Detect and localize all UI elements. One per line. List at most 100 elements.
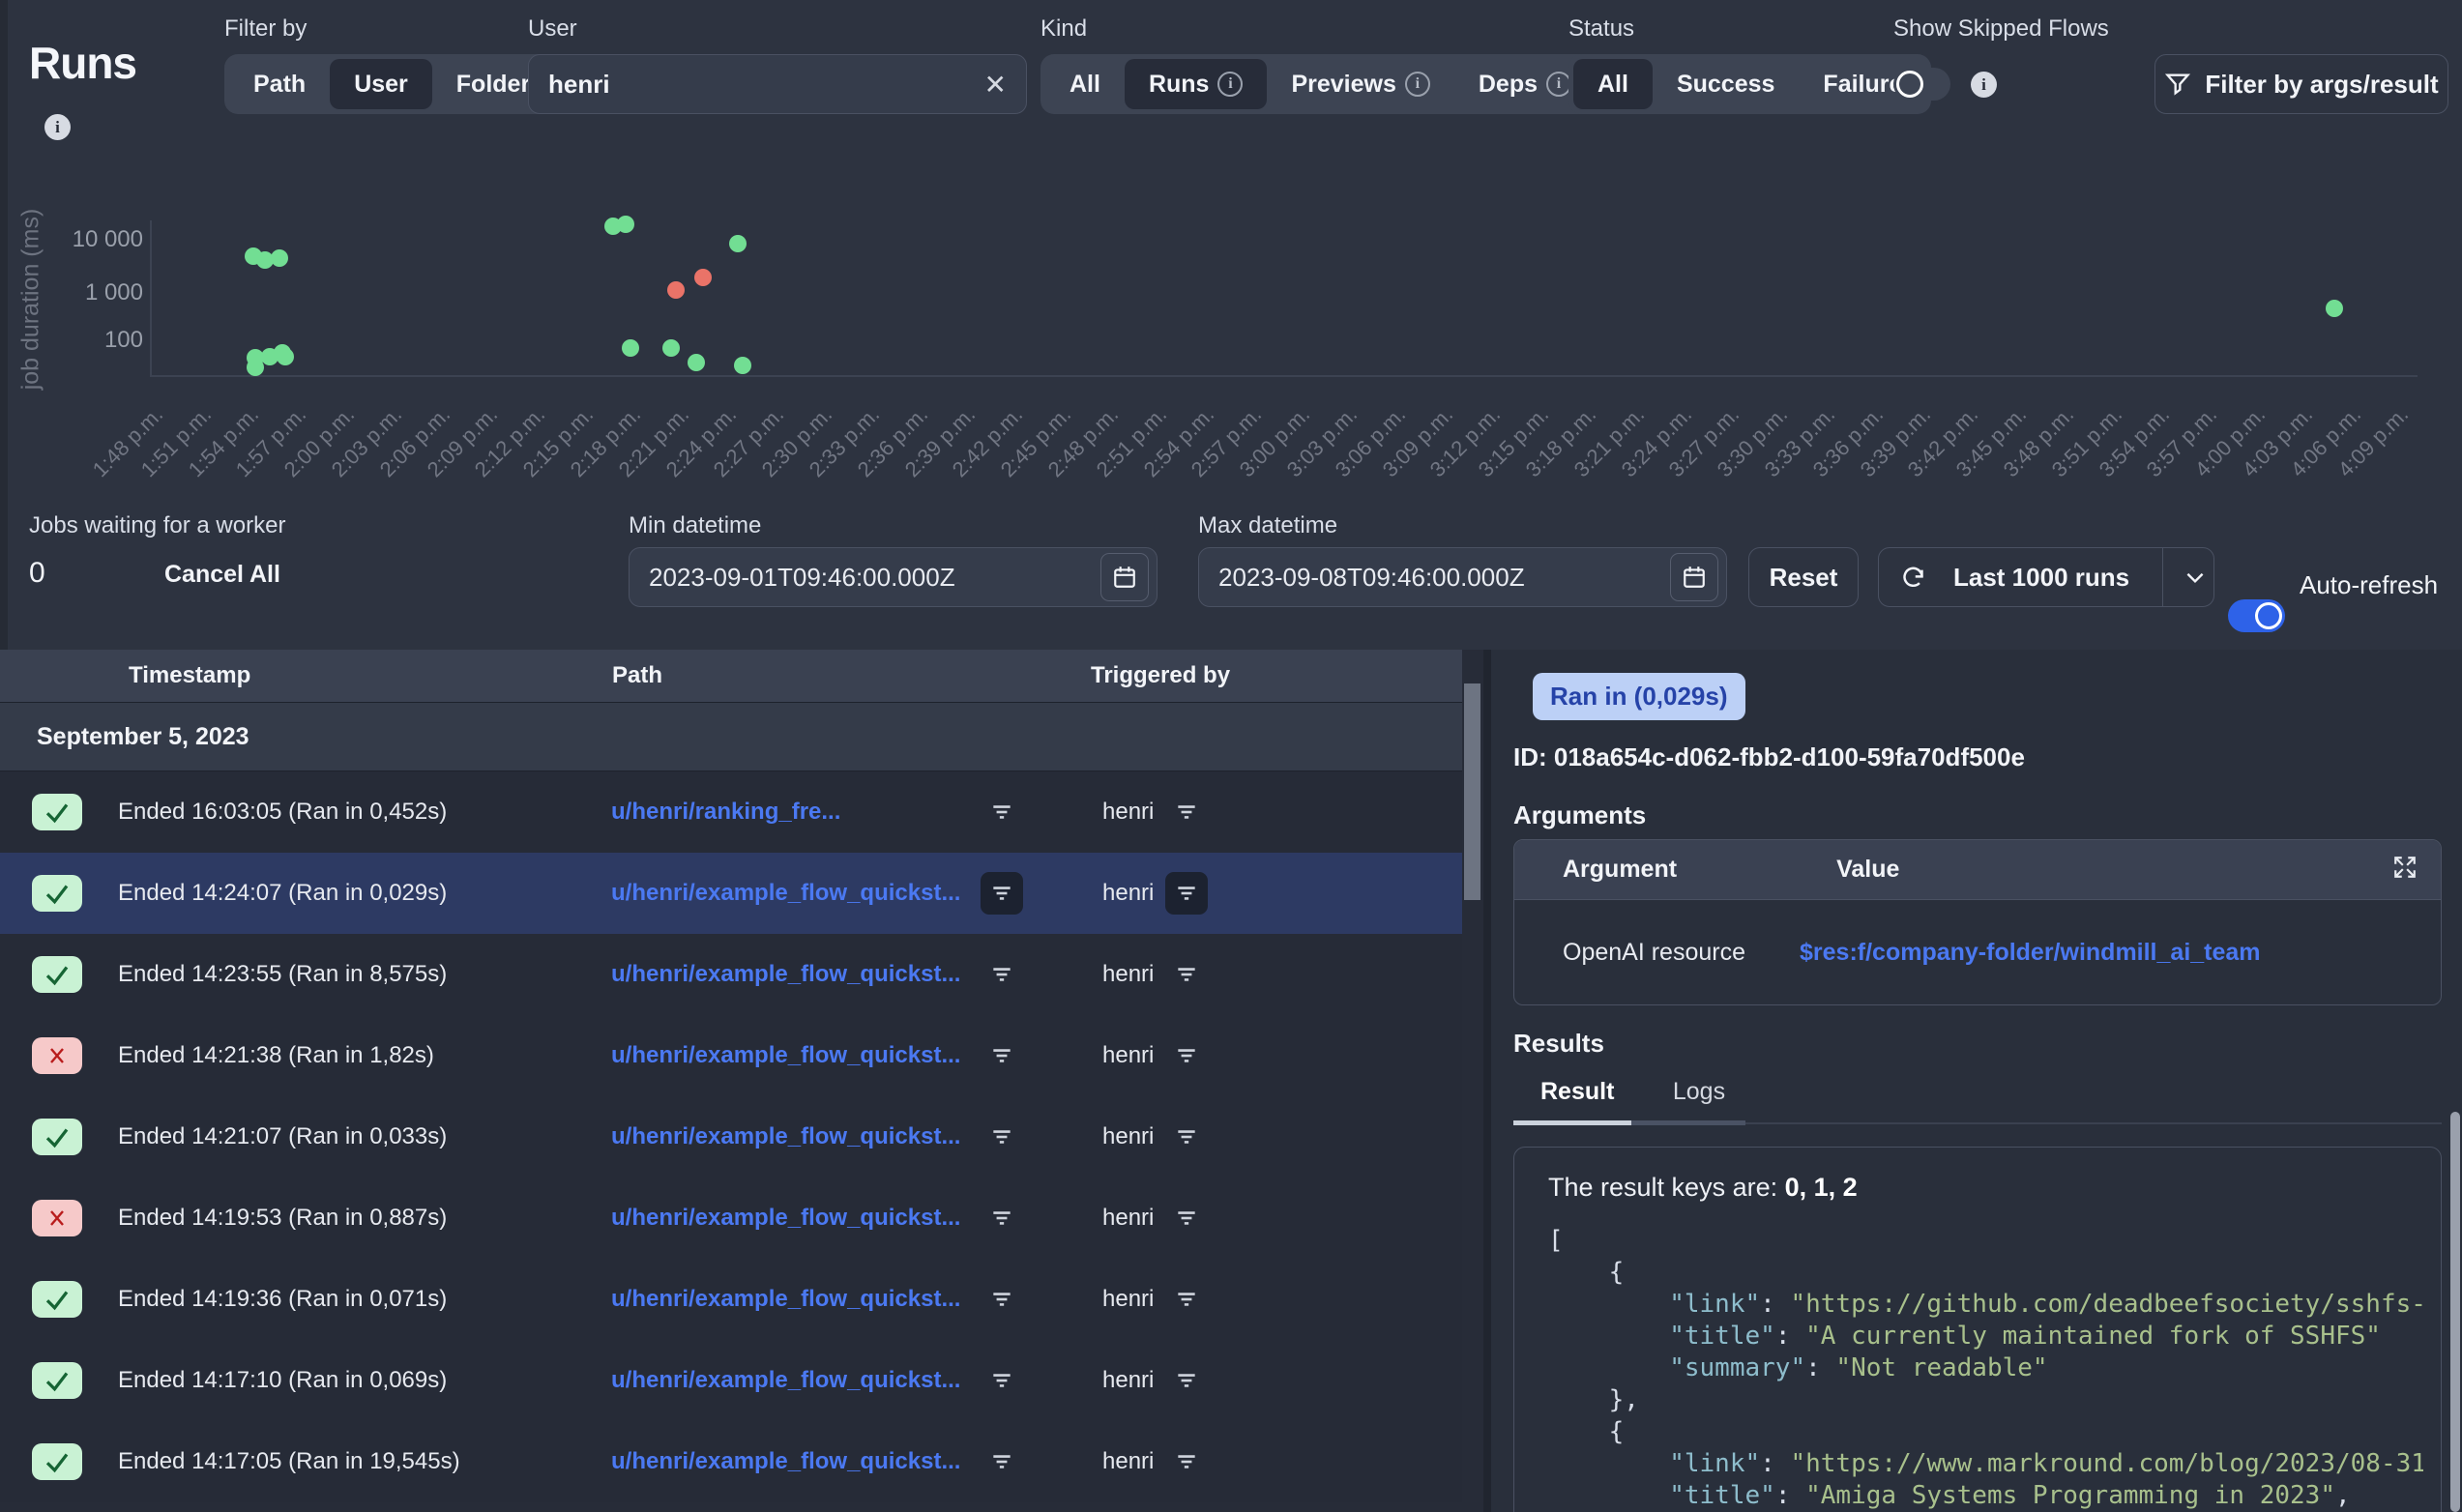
run-path-link[interactable]: u/henri/example_flow_quickst... (611, 1286, 960, 1313)
success-status-icon (32, 1281, 82, 1318)
run-path-link[interactable]: u/henri/example_flow_quickst... (611, 1123, 960, 1150)
run-path-link[interactable]: u/henri/example_flow_quickst... (611, 1367, 960, 1394)
filter-by-path-icon[interactable] (981, 1197, 1023, 1239)
col-timestamp: Timestamp (129, 662, 250, 689)
status-option-success[interactable]: Success (1653, 59, 1799, 109)
min-datetime-calendar-icon[interactable] (1100, 553, 1149, 601)
filter-by-option-user[interactable]: User (330, 59, 432, 109)
run-path-link[interactable]: u/henri/example_flow_quickst... (611, 880, 960, 907)
success-status-icon (32, 794, 82, 830)
filter-by-path-icon[interactable] (981, 1278, 1023, 1321)
argument-row: OpenAI resource $res:f/company-folder/wi… (1514, 900, 2441, 1004)
job-point-success[interactable] (688, 354, 705, 371)
job-point-failure[interactable] (694, 269, 712, 286)
run-row[interactable]: Ended 14:23:55 (Ran in 8,575s)u/henri/ex… (0, 934, 1462, 1015)
filter-by-path-icon[interactable] (981, 1440, 1023, 1483)
job-point-success[interactable] (729, 235, 747, 252)
user-filter-input[interactable]: henri ✕ (528, 54, 1027, 114)
filter-by-path-icon[interactable] (981, 1359, 1023, 1402)
result-json: [ { "link": "https://github.com/deadbeef… (1548, 1225, 2423, 1512)
job-point-success[interactable] (247, 359, 264, 376)
filter-args-result-button[interactable]: Filter by args/result (2154, 54, 2448, 114)
info-icon[interactable]: i (1405, 72, 1430, 97)
filter-by-path-icon[interactable] (981, 953, 1023, 996)
cancel-all-button[interactable]: Cancel All (164, 561, 280, 589)
run-row[interactable]: Ended 14:21:38 (Ran in 1,82s)u/henri/exa… (0, 1015, 1462, 1096)
job-point-success[interactable] (734, 357, 751, 374)
run-timestamp: Ended 14:17:10 (Ran in 0,069s) (118, 1367, 447, 1394)
filter-by-path-icon[interactable] (981, 1116, 1023, 1158)
filter-by-user-icon[interactable] (1165, 1034, 1208, 1077)
job-point-success[interactable] (271, 249, 288, 267)
run-timestamp: Ended 16:03:05 (Ran in 0,452s) (118, 799, 447, 826)
job-point-success[interactable] (277, 348, 294, 365)
max-datetime-input[interactable]: 2023-09-08T09:46:00.000Z (1198, 547, 1727, 607)
job-point-success[interactable] (622, 339, 639, 357)
duration-badge: Ran in (0,029s) (1533, 673, 1745, 720)
table-scrollbar[interactable] (1462, 650, 1483, 1512)
kind-option-previews[interactable]: Previewsi (1267, 59, 1453, 109)
min-datetime-input[interactable]: 2023-09-01T09:46:00.000Z (629, 547, 1158, 607)
show-skipped-toggle[interactable] (1893, 68, 1950, 101)
runs-info-icon[interactable]: i (44, 114, 71, 140)
panel-scrollbar[interactable] (2448, 650, 2462, 1512)
argument-value-link[interactable]: $res:f/company-folder/windmill_ai_team (1800, 939, 2261, 967)
filter-by-user-icon[interactable] (1165, 953, 1208, 996)
scrollbar-thumb[interactable] (1464, 683, 1480, 900)
job-point-success[interactable] (2326, 300, 2343, 317)
run-row[interactable]: Ended 16:03:05 (Ran in 0,452s) u/henri/ra… (0, 771, 1462, 853)
last-runs-label: Last 1000 runs (1953, 563, 2129, 593)
tab-logs[interactable]: Logs (1646, 1078, 1752, 1121)
filter-by-option-path[interactable]: Path (229, 59, 330, 109)
filter-by-path-icon[interactable] (981, 1034, 1023, 1077)
result-viewer[interactable]: The result keys are: 0, 1, 2 [ { "link":… (1513, 1147, 2442, 1512)
filter-by-user-icon[interactable] (1165, 1278, 1208, 1321)
filter-by-user-icon[interactable] (1165, 1197, 1208, 1239)
status-option-label: Failure (1823, 71, 1902, 99)
clear-user-filter-icon[interactable]: ✕ (984, 69, 1007, 101)
run-path-link[interactable]: u/henri/ranking_fre... (611, 799, 840, 826)
run-row[interactable]: Ended 14:17:10 (Ran in 0,069s) u/henri/ex… (0, 1340, 1462, 1421)
kind-option-runs[interactable]: Runsi (1125, 59, 1268, 109)
scrollbar-thumb[interactable] (2450, 1112, 2460, 1512)
kind-option-all[interactable]: All (1045, 59, 1125, 109)
run-row[interactable]: Ended 14:24:07 (Ran in 0,029s) u/henri/ex… (0, 853, 1462, 934)
toggle-knob (2255, 602, 2282, 629)
filter-by-user-icon[interactable] (1165, 791, 1208, 833)
run-row[interactable]: Ended 14:19:36 (Ran in 0,071s)u/henri/ex… (0, 1259, 1462, 1340)
last-runs-dropdown[interactable] (2177, 565, 2213, 590)
filter-by-label: Filter by (224, 15, 307, 43)
filter-by-user-icon[interactable] (1165, 872, 1208, 915)
run-path-link[interactable]: u/henri/example_flow_quickst... (611, 1042, 960, 1069)
auto-refresh-toggle[interactable] (2228, 599, 2285, 632)
filter-by-path-icon[interactable] (981, 791, 1023, 833)
info-icon[interactable]: i (1217, 72, 1243, 97)
status-option-all[interactable]: All (1573, 59, 1653, 109)
date-group-row: September 5, 2023 (0, 702, 1483, 771)
run-triggered-by: henri (1102, 1123, 1154, 1150)
run-detail-panel: Ran in (0,029s) ID: 018a654c-d062-fbb2-d… (1491, 650, 2462, 1512)
filter-by-user-icon[interactable] (1165, 1440, 1208, 1483)
run-timestamp: Ended 14:19:53 (Ran in 0,887s) (118, 1205, 447, 1232)
success-status-icon (32, 875, 82, 912)
run-path-link[interactable]: u/henri/example_flow_quickst... (611, 1448, 960, 1475)
show-skipped-info-icon[interactable]: i (1971, 72, 1997, 98)
job-point-success[interactable] (617, 216, 634, 233)
job-point-success[interactable] (662, 339, 680, 357)
tab-result[interactable]: Result (1513, 1078, 1641, 1121)
run-timestamp: Ended 14:24:07 (Ran in 0,029s) (118, 880, 447, 907)
run-row[interactable]: Ended 14:17:05 (Ran in 19,545s)u/henri/e… (0, 1421, 1462, 1502)
filter-by-path-icon[interactable] (981, 872, 1023, 915)
expand-arguments-button[interactable] (2392, 855, 2418, 885)
job-duration-chart[interactable]: job duration (ms) 10 0001 000100 1:48 p.… (0, 193, 2462, 503)
run-path-link[interactable]: u/henri/example_flow_quickst... (611, 1205, 960, 1232)
filter-by-user-icon[interactable] (1165, 1359, 1208, 1402)
reset-button[interactable]: Reset (1748, 547, 1859, 607)
last-runs-split-button[interactable]: Last 1000 runs (1878, 547, 2214, 607)
max-datetime-calendar-icon[interactable] (1670, 553, 1718, 601)
job-point-failure[interactable] (667, 281, 685, 299)
run-path-link[interactable]: u/henri/example_flow_quickst... (611, 961, 960, 988)
run-row[interactable]: Ended 14:21:07 (Ran in 0,033s)u/henri/ex… (0, 1096, 1462, 1178)
filter-by-user-icon[interactable] (1165, 1116, 1208, 1158)
run-row[interactable]: Ended 14:19:53 (Ran in 0,887s) u/henri/ex… (0, 1178, 1462, 1259)
